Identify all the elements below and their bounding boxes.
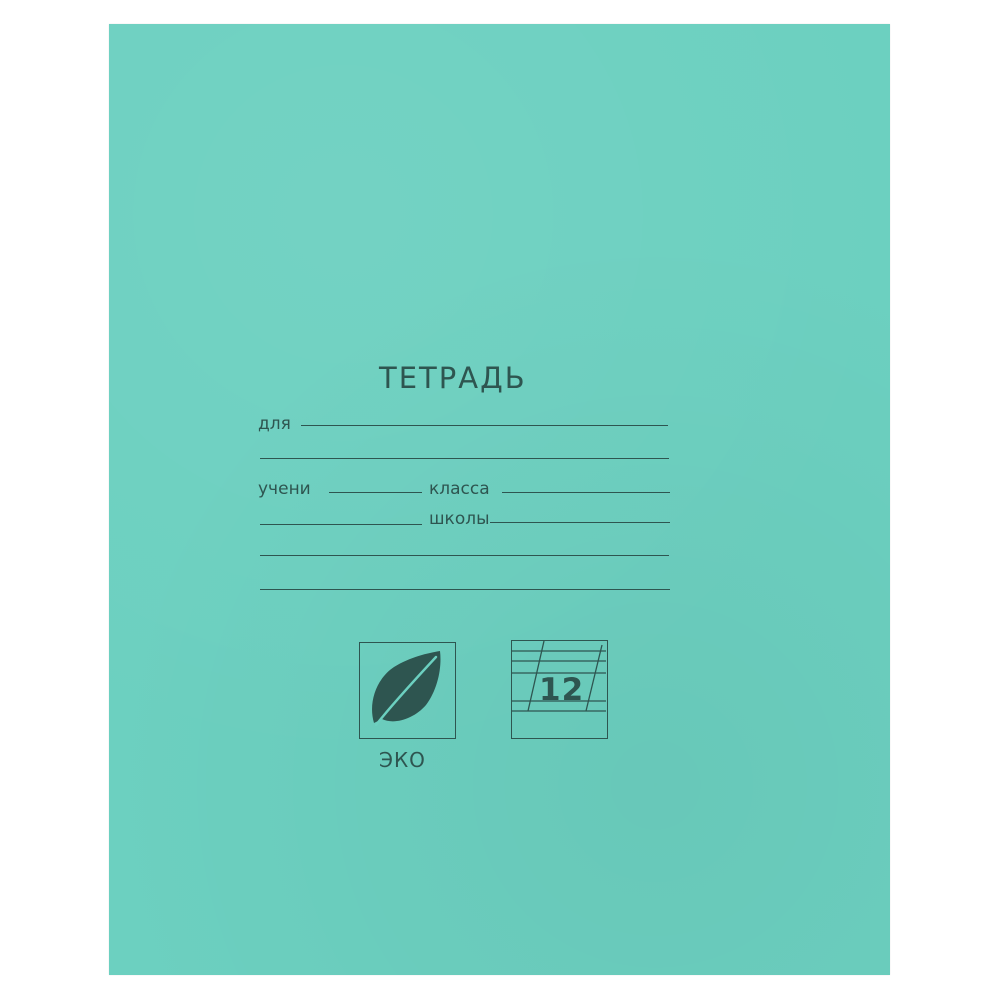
photo-stage: ТЕТРАДЬ для учени класса школы ЭКО 12 bbox=[0, 0, 1000, 1000]
class-line bbox=[502, 492, 670, 493]
cover-title: ТЕТРАДЬ bbox=[379, 361, 527, 395]
school-label: школы bbox=[429, 509, 490, 529]
name-line bbox=[301, 425, 668, 426]
class-label: класса bbox=[429, 479, 490, 499]
sheets-count: 12 bbox=[539, 672, 585, 708]
eco-logo-box bbox=[359, 642, 456, 739]
school-line bbox=[490, 522, 670, 523]
extra-line-1 bbox=[260, 555, 669, 556]
notebook-cover bbox=[109, 24, 890, 975]
extra-line-2 bbox=[260, 589, 670, 590]
for-label: для bbox=[258, 414, 291, 434]
student-line bbox=[329, 492, 422, 493]
student-label: учени bbox=[258, 479, 311, 499]
school-number-line bbox=[260, 524, 422, 525]
eco-label: ЭКО bbox=[379, 748, 426, 772]
name-line-2 bbox=[260, 458, 669, 459]
leaf-icon bbox=[372, 651, 441, 727]
